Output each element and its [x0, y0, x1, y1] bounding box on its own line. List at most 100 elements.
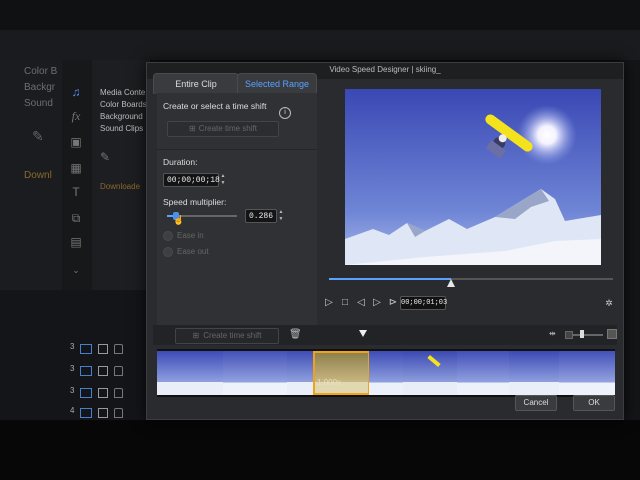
- duration-label: Duration:: [163, 157, 198, 167]
- filmstrip-frame: [403, 351, 458, 395]
- ease-in-label: Ease in: [177, 231, 204, 240]
- background-toolbar: [0, 30, 640, 60]
- bg-left-item: Sound: [24, 98, 53, 109]
- next-frame-icon[interactable]: ▷: [371, 297, 383, 309]
- track-number: 3: [70, 364, 75, 373]
- prev-frame-icon[interactable]: ◁: [355, 297, 367, 309]
- particle-icon: ▦: [70, 161, 82, 175]
- duration-stepper[interactable]: ▲ ▼: [219, 173, 227, 187]
- zoom-slider-track[interactable]: [573, 334, 603, 336]
- track-number: 3: [70, 342, 75, 351]
- filmstrip-frame: [559, 351, 615, 395]
- video-track-icon: [80, 344, 92, 354]
- track-row: 3: [60, 364, 152, 378]
- chevron-down-icon: ⌄: [72, 265, 80, 275]
- audio-track-icon: [80, 366, 92, 376]
- zoom-slider-thumb[interactable]: [580, 330, 584, 338]
- trash-icon[interactable]: 🗑: [289, 329, 302, 340]
- ease-out-label: Ease out: [177, 247, 209, 256]
- bg-media-item: Background: [100, 112, 143, 121]
- filmstrip-frame: [509, 351, 560, 395]
- track-number: 3: [70, 386, 75, 395]
- track-checkbox: [98, 366, 108, 376]
- fx-icon: fx: [71, 109, 81, 123]
- track-row: 3: [60, 342, 152, 356]
- pip-icon: ▣: [70, 135, 82, 149]
- background-left-panel: Color B Backgr Sound ✎ Downl: [0, 60, 62, 290]
- create-time-shift-label: Create time shift: [198, 124, 257, 133]
- stop-icon[interactable]: □: [339, 297, 351, 309]
- time-shift-panel: Create or select a time shift i ⊞ Create …: [157, 93, 317, 343]
- bg-media-item: Sound Clips: [100, 124, 144, 133]
- playhead-marker-icon[interactable]: [359, 325, 367, 337]
- lock-icon: [114, 366, 123, 376]
- video-filmstrip[interactable]: 1.000x: [157, 349, 615, 397]
- tab-entire-clip[interactable]: Entire Clip: [153, 73, 239, 94]
- transition-icon: ⧉: [71, 211, 81, 225]
- speed-multiplier-label: Speed multiplier:: [163, 197, 227, 207]
- strip-toolbar: ⊞ Create time shift 🗑 ⇹: [153, 325, 617, 345]
- create-time-shift-button[interactable]: ⊞ Create time shift: [167, 121, 279, 137]
- duration-field[interactable]: 00;00;00;18: [163, 173, 220, 187]
- bg-tool-icon: ✎: [100, 150, 111, 164]
- audio-track-icon: [80, 408, 92, 418]
- video-preview[interactable]: [345, 89, 601, 265]
- zoom-out-icon[interactable]: [565, 331, 573, 339]
- track-checkbox: [98, 388, 108, 398]
- divider: [157, 149, 317, 150]
- cancel-button[interactable]: Cancel: [515, 395, 557, 411]
- info-icon[interactable]: i: [279, 107, 291, 119]
- ease-in-checkbox[interactable]: [163, 231, 173, 241]
- ease-out-checkbox[interactable]: [163, 247, 173, 257]
- background-bottom: [0, 420, 640, 480]
- preview-scrub-thumb[interactable]: [447, 274, 455, 287]
- skip-icon[interactable]: ⊳: [387, 297, 399, 309]
- video-speed-designer-dialog: Video Speed Designer | skiing_ Entire Cl…: [146, 62, 624, 420]
- plus-icon: ⊞: [192, 331, 200, 340]
- filmstrip-frame: [457, 351, 510, 395]
- track-number: 4: [70, 406, 75, 415]
- fit-timeline-icon[interactable]: ⇹: [549, 329, 556, 338]
- tab-selected-range[interactable]: Selected Range: [237, 73, 317, 94]
- track-checkbox: [98, 344, 108, 354]
- filmstrip-frame: [157, 351, 224, 395]
- cursor-pointer-icon: ☝: [173, 215, 185, 225]
- bg-left-item: Color B: [24, 66, 58, 77]
- track-row: 3: [60, 386, 152, 400]
- panel-heading: Create or select a time shift: [163, 101, 267, 111]
- plus-icon: ⊞: [189, 124, 196, 133]
- track-checkbox: [98, 408, 108, 418]
- background-icon-strip: ♫ fx ▣ ▦ T ⧉ ▤ ⌄: [62, 60, 93, 290]
- track-row: 4: [60, 406, 152, 420]
- preview-image: [345, 89, 601, 265]
- speed-stepper[interactable]: ▲ ▼: [277, 209, 285, 223]
- bg-media-item: Media Conte: [100, 88, 146, 97]
- ok-button[interactable]: OK: [573, 395, 615, 411]
- selected-range-speed-label: 1.000x: [317, 378, 342, 387]
- title-icon: T: [72, 185, 80, 199]
- play-icon[interactable]: ▷: [323, 297, 335, 309]
- preview-scrub-progress: [329, 278, 451, 280]
- snowboard-shape: [427, 354, 441, 368]
- bg-tool-icon: ✎: [32, 128, 44, 144]
- filmstrip-frame: [287, 351, 314, 395]
- filmstrip-frame: [223, 351, 288, 395]
- bg-left-item: Downl: [24, 170, 52, 181]
- lock-icon: [114, 388, 123, 398]
- filmstrip-frame-selected[interactable]: 1.000x: [313, 351, 370, 395]
- bg-media-item: Color Boards: [100, 100, 147, 109]
- settings-icon[interactable]: ✲: [603, 297, 615, 309]
- bg-left-item: Backgr: [24, 82, 56, 93]
- timecode-display: 00;00;01;03: [400, 296, 447, 310]
- strip-create-time-shift-button[interactable]: ⊞ Create time shift: [175, 328, 279, 344]
- video-track-icon: [80, 388, 92, 398]
- audio-mixing-icon: ▤: [70, 235, 82, 249]
- zoom-in-icon[interactable]: [607, 329, 617, 339]
- speed-value-field[interactable]: 0.286: [245, 209, 277, 223]
- lock-icon: [114, 408, 123, 418]
- background-timeline: 3 3 3 4: [0, 290, 152, 420]
- background-media-panel: Media Conte Color Boards Background Soun…: [92, 60, 150, 290]
- bg-media-item: Downloade: [100, 182, 141, 191]
- filmstrip-frame: [369, 351, 404, 395]
- media-room-icon: ♫: [71, 85, 81, 99]
